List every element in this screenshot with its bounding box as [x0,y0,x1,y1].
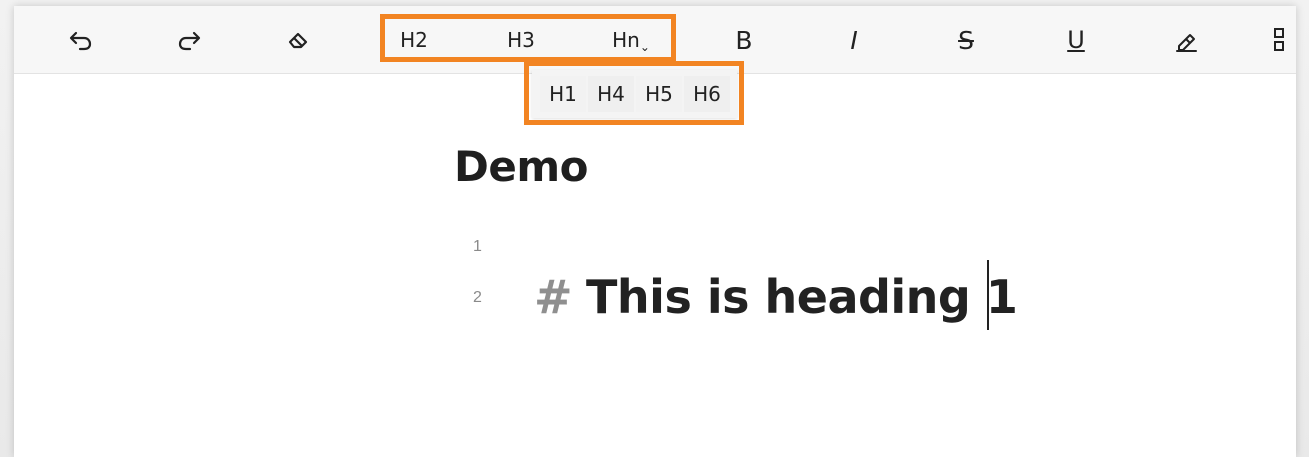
heading-6-option[interactable]: H6 [684,76,730,112]
redo-button[interactable] [171,24,207,56]
heading-2-button[interactable]: H2 [392,24,436,56]
heading-3-label: H3 [507,28,535,52]
line-number: 1 [473,238,482,255]
undo-icon [68,29,94,51]
heading-5-label: H5 [645,82,673,106]
undo-button[interactable] [63,24,99,56]
line-number: 2 [473,289,482,306]
strikethrough-button[interactable]: S [948,24,984,56]
heading-submenu: H1 H4 H5 H6 [532,70,737,118]
heading-4-label: H4 [597,82,625,106]
highlight-icon [1172,27,1200,53]
heading-2-label: H2 [400,28,428,52]
document-title: Demo [454,142,588,191]
redo-icon [176,29,202,51]
more-icon [1272,28,1292,56]
page: H2 H3 Hn⌄ B I S U H1 H4 H5 H6 Demo 1 2 #… [0,0,1309,457]
highlight-button[interactable] [1168,24,1204,56]
heading-more-label: Hn⌄ [612,28,650,54]
heading-more-button[interactable]: Hn⌄ [607,24,655,56]
more-tools-button[interactable] [1272,22,1292,56]
text-caret [987,260,989,330]
heading-line[interactable]: # This is heading 1 [534,270,1018,324]
markdown-hash: # [534,270,573,324]
heading-3-button[interactable]: H3 [499,24,543,56]
clear-format-button[interactable] [280,24,316,56]
chevron-down-icon: ⌄ [639,40,650,54]
editor-window: H2 H3 Hn⌄ B I S U H1 H4 H5 H6 Demo 1 2 #… [14,6,1296,457]
italic-label: I [850,25,858,55]
heading-5-option[interactable]: H5 [636,76,682,112]
toolbar: H2 H3 Hn⌄ B I S U [14,6,1296,74]
strikethrough-label: S [958,25,974,55]
underline-button[interactable]: U [1058,24,1094,56]
bold-button[interactable]: B [726,24,762,56]
italic-button[interactable]: I [836,24,872,56]
bold-label: B [735,25,753,55]
eraser-icon [284,28,312,52]
heading-text[interactable]: This is heading 1 [586,270,1018,324]
underline-label: U [1067,26,1085,54]
heading-1-option[interactable]: H1 [540,76,586,112]
heading-6-label: H6 [693,82,721,106]
heading-1-label: H1 [549,82,577,106]
heading-4-option[interactable]: H4 [588,76,634,112]
